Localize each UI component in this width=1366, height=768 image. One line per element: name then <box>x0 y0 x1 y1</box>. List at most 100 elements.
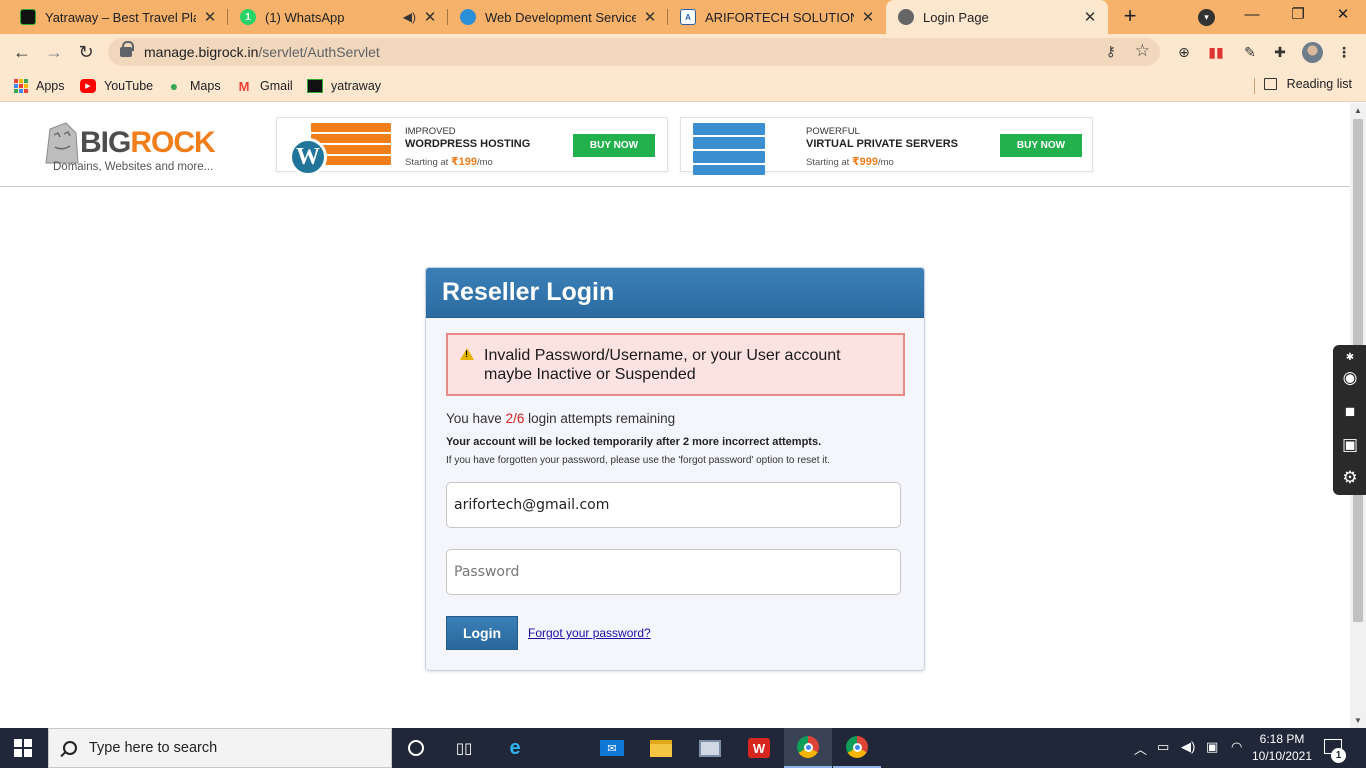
scroll-up-icon[interactable]: ▲ <box>1354 106 1362 115</box>
taskbar-clock[interactable]: 6:18 PM 10/10/2021 <box>1250 731 1314 765</box>
bookmark-label: Gmail <box>260 79 293 93</box>
promo-vps[interactable]: POWERFUL VIRTUAL PRIVATE SERVERS Startin… <box>680 117 1093 175</box>
taskbar-mail[interactable]: ✉ <box>588 728 636 768</box>
error-message: Invalid Password/Username, or your User … <box>484 347 841 383</box>
password-field[interactable]: Password <box>446 549 901 595</box>
taskbar-file-explorer[interactable] <box>637 728 685 768</box>
task-view-icon: ▯▯ <box>455 740 473 757</box>
close-tab-icon[interactable]: ✕ <box>1082 8 1098 26</box>
attempts-remaining: You have 2/6 login attempts remaining <box>446 411 676 426</box>
new-tab-button[interactable]: + <box>1116 3 1144 31</box>
gallery-icon[interactable]: ▣ <box>1338 434 1362 456</box>
extension-chart-icon[interactable]: ▮▮ <box>1206 43 1226 61</box>
bookmark-youtube[interactable]: ▶ YouTube <box>80 77 153 95</box>
attempts-count: 2/6 <box>505 411 525 426</box>
taskbar-edge[interactable]: e <box>491 728 539 768</box>
taskbar-chrome-active[interactable] <box>784 728 832 768</box>
bookmark-maps[interactable]: ● Maps <box>166 77 221 95</box>
reseller-login-panel: Reseller Login Invalid Password/Username… <box>425 267 925 671</box>
scroll-down-icon[interactable]: ▼ <box>1354 716 1362 725</box>
taskbar-wps[interactable]: W <box>735 728 783 768</box>
buy-now-button[interactable]: BUY NOW <box>573 134 655 157</box>
bookmark-label: Apps <box>36 79 65 93</box>
reading-list-button[interactable]: Reading list <box>1263 77 1352 91</box>
wifi-icon[interactable]: ◠ <box>1231 739 1242 755</box>
profile-avatar[interactable] <box>1302 42 1323 63</box>
close-tab-icon[interactable]: ✕ <box>202 8 218 26</box>
taskbar-remote-desktop[interactable] <box>686 728 734 768</box>
bookmark-label: Maps <box>190 79 221 93</box>
tab-arifortech[interactable]: A ARIFORTECH SOLUTION PVT. LTD ✕ <box>668 0 886 34</box>
bookmarks-bar: Apps ▶ YouTube ● Maps M Gmail yatraway R… <box>0 70 1366 102</box>
bookmark-star-icon[interactable]: ☆ <box>1135 41 1150 61</box>
web-page: BIGROCK Domains, Websites and more... W … <box>0 103 1350 728</box>
reload-icon[interactable]: ↻ <box>72 38 100 66</box>
taskbar-search-box[interactable]: Type here to search <box>48 728 392 768</box>
promo-headline: WORDPRESS HOSTING <box>405 138 531 150</box>
network-icon[interactable]: ▣ <box>1206 739 1218 755</box>
show-hidden-icons-chevron-icon[interactable]: ︿ <box>1134 739 1147 758</box>
forgot-password-link[interactable]: Forgot your password? <box>528 626 651 640</box>
promo-wordpress-hosting[interactable]: W IMPROVED WORDPRESS HOSTING Starting at… <box>276 117 668 176</box>
wps-office-icon: W <box>748 738 770 758</box>
folder-icon <box>650 739 672 757</box>
forgot-password-note: If you have forgotten your password, ple… <box>446 455 831 466</box>
bookmark-gmail[interactable]: M Gmail <box>236 77 293 95</box>
close-tab-icon[interactable]: ✕ <box>422 8 438 26</box>
forward-arrow-icon[interactable]: → <box>40 38 68 66</box>
wordpress-logo-icon: W <box>289 138 327 176</box>
url-text[interactable]: manage.bigrock.in/servlet/AuthServlet <box>144 44 380 60</box>
tab-search-icon[interactable]: ▾ <box>1198 9 1215 26</box>
bookmark-apps[interactable]: Apps <box>14 77 65 95</box>
speaker-icon[interactable]: ◀) <box>403 10 416 24</box>
site-header: BIGROCK Domains, Websites and more... W … <box>0 103 1350 187</box>
close-tab-icon[interactable]: ✕ <box>860 8 876 26</box>
edge-icon: e <box>509 736 521 759</box>
restore-button[interactable]: ❐ <box>1275 0 1321 32</box>
clock-time: 6:18 PM <box>1259 732 1305 746</box>
minimize-button[interactable]: — <box>1229 0 1275 32</box>
settings-gear-icon[interactable]: ⚙ <box>1338 467 1362 489</box>
key-icon[interactable]: ⚷ <box>1106 43 1116 60</box>
warning-icon <box>460 348 474 360</box>
battery-icon[interactable]: ▭ <box>1157 739 1169 755</box>
close-tab-icon[interactable]: ✕ <box>642 8 658 26</box>
address-bar[interactable]: manage.bigrock.in/servlet/AuthServlet ⚷ … <box>108 38 1160 66</box>
cortana-button[interactable] <box>392 728 440 768</box>
extension-pen-icon[interactable]: ✎ <box>1240 43 1260 61</box>
username-field[interactable]: arifortech@gmail.com <box>446 482 901 528</box>
globe-favicon-icon <box>898 9 914 25</box>
tab-web-development[interactable]: Web Development Services | ✕ <box>448 0 668 34</box>
apps-grid-icon <box>14 79 28 93</box>
logo-tagline: Domains, Websites and more... <box>53 161 214 173</box>
tab-title: Login Page <box>923 9 989 25</box>
taskbar-chrome-profile[interactable] <box>833 728 881 768</box>
tab-yatraway[interactable]: Yatraway – Best Travel Planner ✕ <box>8 0 228 34</box>
tab-strip: Yatraway – Best Travel Planner ✕ 1 (1) W… <box>0 0 1366 34</box>
tab-login-page[interactable]: Login Page ✕ <box>886 0 1108 34</box>
server-rack-icon <box>693 123 765 175</box>
arifortech-favicon-icon: A <box>680 9 696 25</box>
login-button[interactable]: Login <box>446 616 518 650</box>
pin-icon[interactable]: ✱ <box>1338 347 1362 369</box>
tab-whatsapp[interactable]: 1 (1) WhatsApp ◀) ✕ <box>228 0 448 34</box>
back-arrow-icon[interactable]: ← <box>8 38 36 66</box>
menu-dots-icon[interactable]: ⋮ <box>1334 43 1354 61</box>
bookmark-yatraway[interactable]: yatraway <box>307 77 381 95</box>
tab-title: Yatraway – Best Travel Planner <box>45 9 196 25</box>
lock-icon[interactable] <box>120 41 134 57</box>
search-placeholder: Type here to search <box>89 740 218 756</box>
camera-icon[interactable]: ◉ <box>1338 367 1362 389</box>
start-windows-icon[interactable] <box>14 739 32 757</box>
buy-now-button[interactable]: BUY NOW <box>1000 134 1082 157</box>
bigrock-logo[interactable]: BIGROCK Domains, Websites and more... <box>40 113 240 175</box>
zoom-icon[interactable]: ⊕ <box>1174 43 1194 61</box>
promo-kicker: IMPROVED <box>405 126 456 137</box>
extensions-puzzle-icon[interactable]: ✚ <box>1270 43 1290 61</box>
task-view-button[interactable]: ▯▯ <box>440 728 488 768</box>
video-icon[interactable]: ■ <box>1338 401 1362 423</box>
taskbar-store[interactable] <box>539 728 587 768</box>
tab-title: ARIFORTECH SOLUTION PVT. LTD <box>705 9 854 25</box>
close-window-button[interactable]: ✕ <box>1320 0 1366 32</box>
volume-icon[interactable]: ◀) <box>1181 739 1195 755</box>
